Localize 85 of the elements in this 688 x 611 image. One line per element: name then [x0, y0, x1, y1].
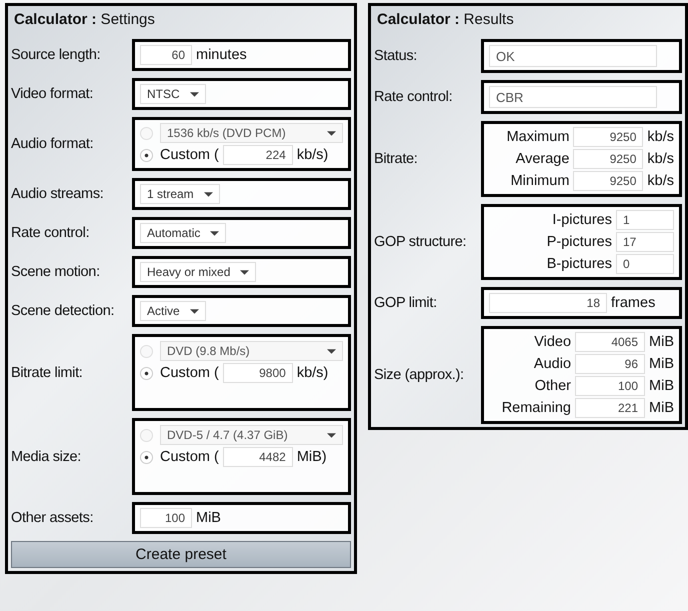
unit-label: kb/s: [647, 173, 674, 189]
field-label: Bitrate:: [374, 151, 419, 167]
panel-title: Calculator : Settings: [13, 10, 156, 30]
field-label: Average: [514, 151, 570, 167]
dropdown[interactable]: DVD-5 / 4.7 (4.37 GiB): [160, 425, 343, 445]
field-label: Rate control:: [11, 225, 90, 241]
caret-icon: [190, 308, 199, 314]
field-label: Video: [533, 334, 572, 350]
field-label: Audio format:: [11, 136, 94, 152]
field-label: Other: [534, 378, 572, 394]
number-field[interactable]: 224: [222, 145, 293, 165]
radio-button[interactable]: [140, 450, 153, 464]
unit-label: kb/s: [647, 151, 674, 167]
text-field[interactable]: CBR: [489, 86, 657, 108]
field-label: Remaining: [502, 400, 572, 416]
field-label: Maximum: [506, 129, 570, 145]
unit-label: kb/s): [296, 365, 328, 381]
caret-icon: [327, 432, 336, 438]
number-field[interactable]: 9250: [573, 127, 644, 147]
option-label: Custom (: [160, 449, 219, 465]
text-field[interactable]: OK: [489, 45, 657, 67]
number-field[interactable]: 60: [140, 45, 192, 65]
field-label: GOP limit:: [374, 295, 438, 311]
field-label: Size (approx.):: [374, 367, 465, 383]
number-field[interactable]: 96: [575, 354, 646, 374]
unit-label: MiB: [196, 510, 221, 526]
radio-button[interactable]: [140, 148, 153, 162]
number-field[interactable]: 4482: [222, 447, 293, 467]
unit-label: MiB: [649, 378, 674, 394]
unit-label: kb/s): [296, 147, 328, 163]
field-label: B-pictures: [546, 256, 612, 272]
unit-label: kb/s: [647, 129, 674, 145]
caret-icon: [327, 130, 336, 136]
field-label: Bitrate limit:: [11, 364, 84, 380]
option-label: Custom (: [160, 365, 219, 381]
field-label: Audio streams:: [11, 186, 105, 202]
radio-button[interactable]: [140, 428, 153, 442]
number-field[interactable]: 18: [489, 293, 607, 313]
radio-button[interactable]: [140, 344, 153, 358]
unit-label: MiB: [649, 400, 674, 416]
number-field[interactable]: 9250: [573, 171, 644, 191]
number-field[interactable]: 17: [616, 232, 674, 252]
unit-label: frames: [611, 295, 656, 311]
unit-label: MiB: [649, 356, 674, 372]
field-label: Video format:: [11, 86, 94, 102]
number-field[interactable]: 9250: [573, 149, 644, 169]
dropdown[interactable]: DVD (9.8 Mb/s): [160, 341, 343, 361]
panel-title: Calculator : Results: [376, 10, 515, 30]
caret-icon: [204, 192, 213, 196]
option-label: Custom (: [160, 147, 219, 163]
dropdown[interactable]: 1 stream: [140, 184, 220, 204]
number-field[interactable]: 9800: [222, 363, 293, 383]
dropdown[interactable]: 1536 kb/s (DVD PCM): [160, 123, 343, 143]
number-field[interactable]: 221: [575, 398, 646, 418]
field-label: Minimum: [510, 173, 570, 189]
number-field[interactable]: 1: [616, 210, 674, 230]
dropdown[interactable]: Automatic: [140, 223, 226, 243]
unit-label: minutes: [196, 47, 247, 63]
number-field[interactable]: 0: [616, 254, 674, 274]
number-field[interactable]: 100: [140, 508, 192, 528]
caret-icon: [327, 348, 336, 354]
number-field[interactable]: 100: [575, 376, 646, 396]
unit-label: MiB: [649, 334, 674, 350]
field-label: Scene motion:: [11, 264, 101, 280]
unit-label: MiB): [296, 449, 327, 465]
dropdown[interactable]: Heavy or mixed: [140, 262, 256, 282]
dropdown[interactable]: NTSC: [140, 84, 206, 104]
caret-icon: [240, 270, 250, 274]
field-label: Rate control:: [374, 89, 454, 105]
field-label: Scene detection:: [11, 303, 116, 319]
radio-button[interactable]: [140, 126, 153, 140]
caret-icon: [210, 230, 220, 236]
field-label: Other assets:: [11, 510, 94, 526]
field-label: Media size:: [11, 448, 82, 464]
radio-button[interactable]: [140, 366, 153, 380]
create-preset-button[interactable]: Create preset: [11, 541, 351, 568]
field-label: Audio: [532, 356, 572, 372]
number-field[interactable]: 4065: [575, 332, 646, 352]
field-label: P-pictures: [546, 234, 612, 250]
field-label: Status:: [374, 48, 418, 64]
field-label: I-pictures: [551, 212, 612, 228]
field-label: Source length:: [11, 47, 102, 63]
field-label: GOP structure:: [374, 234, 468, 250]
caret-icon: [190, 92, 199, 96]
dropdown[interactable]: Active: [140, 301, 206, 321]
